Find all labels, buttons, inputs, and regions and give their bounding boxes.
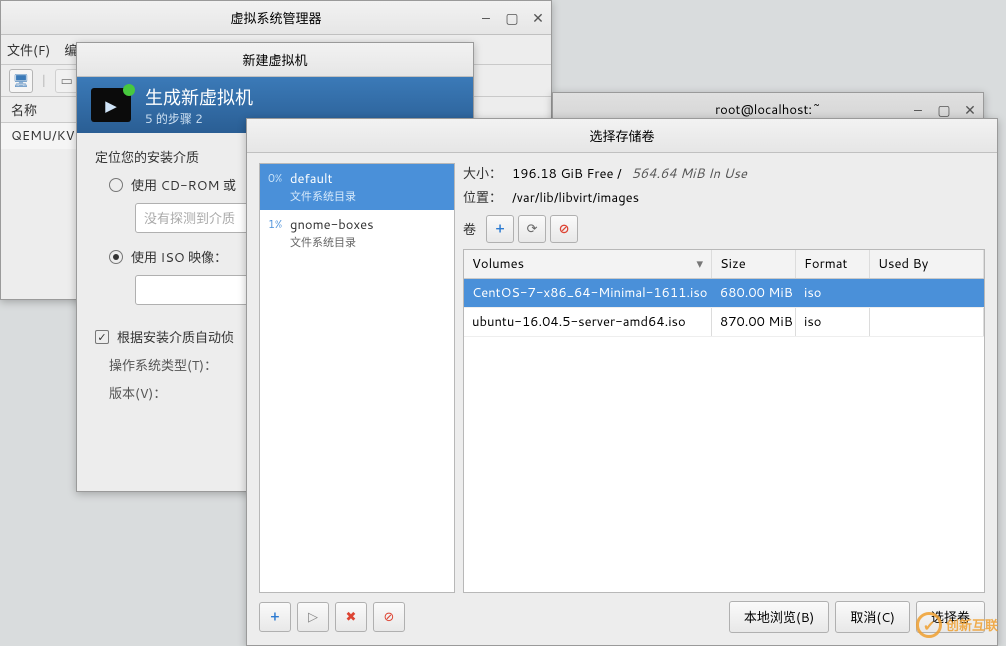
close-icon[interactable]: ✕ [531,11,545,25]
menu-file[interactable]: 文件(F) [7,40,50,60]
wizard-titlebar: 新建虚拟机 [77,43,473,77]
pool-item-default[interactable]: 0% default 文件系统目录 [260,164,454,210]
add-volume-button[interactable]: + [486,215,514,243]
radio-iso[interactable] [109,250,123,264]
wizard-icon [91,88,131,122]
new-vm-icon[interactable]: 🖥 [9,69,33,93]
radio-cdrom[interactable] [109,178,123,192]
vmmgr-titlebar: 虚拟系统管理器 – ▢ ✕ [1,1,551,35]
start-pool-button[interactable]: ▷ [297,602,329,632]
vol-label: 卷 [463,219,476,239]
checkbox-autodetect[interactable] [95,330,109,344]
delete-volume-button[interactable]: ⊘ [550,215,578,243]
close-icon[interactable]: ✕ [963,103,977,117]
storage-window: 选择存储卷 0% default 文件系统目录 1% [246,118,998,646]
refresh-button[interactable]: ⟳ [518,215,546,243]
wizard-win-title: 新建虚拟机 [242,50,307,70]
stop-pool-button[interactable]: ✖ [335,602,367,632]
col-volumes[interactable]: Volumes ▾ [464,250,712,278]
col-usedby[interactable]: Used By [870,250,984,278]
radio-iso-label: 使用 ISO 映像： [131,247,227,267]
col-size[interactable]: Size [712,250,796,278]
location-value: /var/lib/libvirt/images [512,189,639,207]
delete-pool-button[interactable]: ⊘ [373,602,405,632]
storage-win-title: 选择存储卷 [589,126,654,146]
table-row[interactable]: CentOS-7-x86_64-Minimal-1611.iso 680.00 … [464,279,984,308]
size-used: 564.64 MiB In Use [632,165,747,183]
volume-pane: 大小： 196.18 GiB Free / 564.64 MiB In Use … [463,163,985,593]
wizard-step: 5 的步骤 2 [145,110,253,127]
wizard-title: 生成新虚拟机 [145,84,253,110]
location-label: 位置： [463,187,502,207]
terminal-title: root@localhost:~ [715,101,821,119]
size-label: 大小： [463,163,502,183]
cancel-button[interactable]: 取消(C) [835,601,910,633]
maximize-icon[interactable]: ▢ [937,103,951,117]
pool-item-gnome-boxes[interactable]: 1% gnome-boxes 文件系统目录 [260,210,454,256]
minimize-icon[interactable]: – [479,11,493,25]
radio-cdrom-label: 使用 CD-ROM 或 [131,175,236,195]
watermark-icon [916,612,942,638]
volume-table: Volumes ▾ Size Format Used By CentOS-7-x… [463,249,985,593]
vmmgr-title: 虚拟系统管理器 [230,8,321,28]
pool-list: 0% default 文件系统目录 1% gnome-boxes 文件系统目录 [259,163,455,593]
browse-local-button[interactable]: 本地浏览(B) [729,601,829,633]
minimize-icon[interactable]: – [911,103,925,117]
size-free: 196.18 GiB Free / [512,165,622,183]
table-row[interactable]: ubuntu-16.04.5-server-amd64.iso 870.00 M… [464,308,984,337]
watermark: 创新互联 [916,612,998,638]
sort-icon: ▾ [696,255,703,273]
storage-titlebar: 选择存储卷 [247,119,997,153]
maximize-icon[interactable]: ▢ [505,11,519,25]
add-pool-button[interactable]: + [259,602,291,632]
volume-table-header: Volumes ▾ Size Format Used By [464,250,984,279]
checkbox-autodetect-label: 根据安装介质自动侦 [117,327,234,347]
col-format[interactable]: Format [796,250,870,278]
